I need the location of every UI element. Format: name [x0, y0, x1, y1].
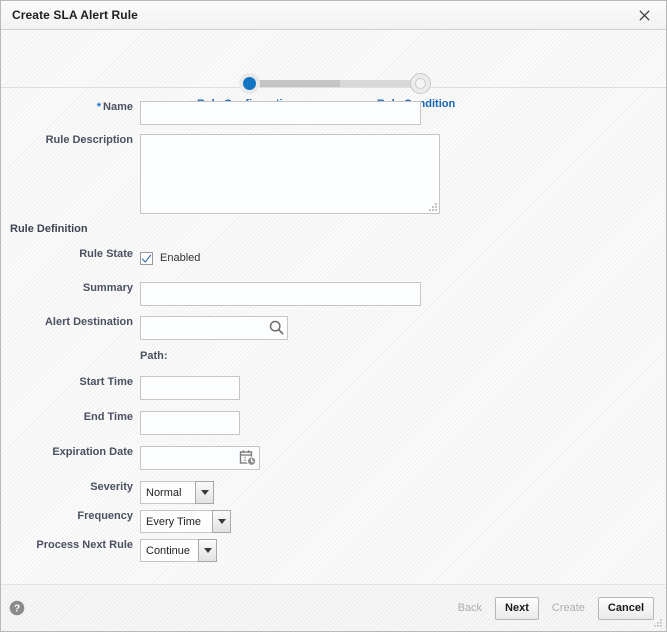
- rule-state-checkbox-label: Enabled: [160, 252, 201, 264]
- create-button[interactable]: Create: [542, 597, 595, 620]
- label-end-time: End Time: [83, 411, 133, 423]
- rule-state-checkbox[interactable]: [140, 251, 153, 265]
- search-icon: [269, 320, 284, 335]
- chevron-down-icon: [195, 481, 214, 504]
- severity-select[interactable]: Normal: [140, 481, 214, 504]
- label-name: * Name: [1, 101, 140, 113]
- label-summary: Summary: [82, 282, 133, 294]
- train-node-dot-empty: [415, 78, 426, 89]
- dialog-titlebar: Create SLA Alert Rule: [1, 1, 666, 30]
- label-rule-description: Rule Description: [45, 134, 133, 146]
- form-area: * Name Rule Description Rule Definition …: [1, 101, 666, 562]
- dialog-title: Create SLA Alert Rule: [12, 8, 138, 22]
- row-alert-destination: Alert Destination: [1, 316, 666, 340]
- checkmark-icon: [141, 254, 152, 263]
- dialog-body: Rule Configuration Rule Condition *Name …: [1, 30, 666, 584]
- end-time-input[interactable]: [140, 411, 240, 435]
- create-sla-alert-rule-dialog: Create SLA Alert Rule Rule Configuration…: [0, 0, 667, 632]
- label-expiration-date: Expiration Date: [52, 446, 133, 458]
- label-frequency: Frequency: [77, 510, 133, 522]
- row-process-next-rule: Process Next Rule Continue: [1, 539, 666, 562]
- dialog-footer: ? Back Next Create Cancel: [1, 584, 666, 631]
- calendar-clock-icon: 1: [239, 450, 257, 466]
- row-path: Path:: [1, 350, 666, 362]
- train-node-rule-condition[interactable]: [410, 73, 431, 94]
- back-button[interactable]: Back: [448, 597, 492, 620]
- row-frequency: Frequency Every Time: [1, 510, 666, 533]
- rule-description-wrapper: [140, 134, 440, 214]
- label-rule-state: Rule State: [79, 248, 133, 260]
- start-time-input[interactable]: [140, 376, 240, 400]
- alert-destination-input[interactable]: [140, 316, 288, 340]
- section-header-rule-definition: Rule Definition: [10, 223, 88, 235]
- frequency-select-value: Every Time: [140, 510, 212, 533]
- cancel-button[interactable]: Cancel: [597, 596, 654, 620]
- label-start-time: Start Time: [79, 376, 133, 388]
- frequency-select[interactable]: Every Time: [140, 510, 231, 533]
- chevron-down-icon: [212, 510, 231, 533]
- svg-text:?: ?: [14, 604, 20, 615]
- train-rail-fill: [256, 80, 340, 87]
- chevron-down-icon: [198, 539, 217, 562]
- row-start-time: Start Time: [1, 376, 666, 400]
- process-next-rule-select-value: Continue: [140, 539, 198, 562]
- wizard-train: Rule Configuration Rule Condition: [1, 30, 666, 110]
- dialog-button-bar: Back Next Create Cancel: [448, 596, 654, 620]
- rule-description-textarea[interactable]: [140, 134, 440, 214]
- expiration-date-wrapper: 1: [140, 446, 260, 470]
- alert-destination-wrapper: [140, 316, 288, 340]
- row-summary: Summary: [1, 282, 666, 306]
- rule-state-control: Enabled: [140, 248, 200, 268]
- name-input[interactable]: [140, 101, 421, 125]
- label-name-text: Name: [103, 101, 133, 113]
- row-rule-description: Rule Description: [1, 134, 666, 214]
- train-node-dot-filled: [243, 77, 256, 90]
- process-next-rule-select[interactable]: Continue: [140, 539, 217, 562]
- svg-text:1: 1: [243, 457, 247, 463]
- row-expiration-date: Expiration Date 1: [1, 446, 666, 470]
- row-rule-state: Rule State Enabled: [1, 248, 666, 268]
- next-button[interactable]: Next: [495, 596, 539, 620]
- label-alert-destination: Alert Destination: [44, 316, 133, 328]
- label-severity: Severity: [90, 481, 133, 493]
- severity-select-value: Normal: [140, 481, 195, 504]
- label-process-next-rule: Process Next Rule: [36, 539, 133, 551]
- close-icon[interactable]: [633, 4, 655, 26]
- required-marker: *: [96, 101, 102, 113]
- row-name: * Name: [1, 101, 666, 125]
- summary-input[interactable]: [140, 282, 421, 306]
- train-rail: [256, 80, 420, 87]
- train-node-rule-configuration[interactable]: [239, 73, 260, 94]
- help-icon[interactable]: ?: [9, 600, 25, 616]
- path-label: Path:: [140, 350, 168, 362]
- row-end-time: End Time: [1, 411, 666, 435]
- row-severity: Severity Normal: [1, 481, 666, 504]
